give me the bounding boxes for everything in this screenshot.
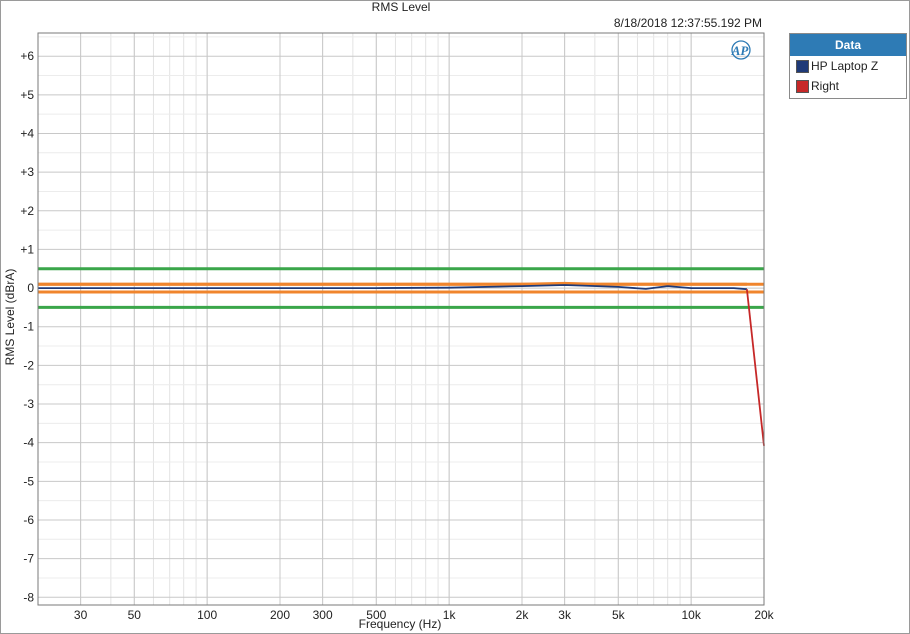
x-tick-label: 30 bbox=[74, 608, 88, 622]
y-tick-label: +3 bbox=[20, 165, 34, 179]
y-tick-label: -8 bbox=[23, 590, 34, 604]
y-tick-label: -3 bbox=[23, 397, 34, 411]
legend-item-hp-laptop-z[interactable]: HP Laptop Z bbox=[790, 56, 906, 76]
x-tick-label: 50 bbox=[128, 608, 142, 622]
x-tick-label: 10k bbox=[681, 608, 701, 622]
y-tick-label: +6 bbox=[20, 49, 34, 63]
x-tick-label: 5k bbox=[612, 608, 626, 622]
legend-item-right[interactable]: Right bbox=[790, 76, 906, 96]
x-tick-label: 300 bbox=[313, 608, 333, 622]
y-tick-label: -7 bbox=[23, 552, 34, 566]
y-tick-label: -1 bbox=[23, 320, 34, 334]
highlight-trace bbox=[38, 281, 747, 286]
x-tick-label: 3k bbox=[558, 608, 572, 622]
x-tick-label: 200 bbox=[270, 608, 290, 622]
timestamp: 8/18/2018 12:37:55.192 PM bbox=[614, 16, 762, 30]
y-tick-label: -2 bbox=[23, 358, 34, 372]
plot-area: +6 +5 +4 +3 +2 +1 0 -1 -2 -3 -4 -5 -6 -7 -8 30 50 100 200 3… bbox=[20, 32, 775, 622]
x-tick-label: 500 bbox=[366, 608, 386, 622]
x-tick-label: 20k bbox=[754, 608, 774, 622]
y-tick-label: +2 bbox=[20, 204, 34, 218]
legend-panel: Data HP Laptop Z Right bbox=[789, 33, 907, 99]
y-tick-label: 0 bbox=[27, 281, 34, 295]
legend-swatch-right bbox=[796, 80, 809, 93]
x-tick-label: 2k bbox=[516, 608, 530, 622]
rms-level-chart: RMS Level 8/18/2018 12:37:55.192 PM Freq… bbox=[3, 0, 775, 631]
legend-label: HP Laptop Z bbox=[811, 59, 879, 73]
y-tick-label: +1 bbox=[20, 242, 34, 256]
y-tick-label: -4 bbox=[23, 436, 34, 450]
legend-header: Data bbox=[790, 34, 906, 56]
x-tick-label: 1k bbox=[443, 608, 457, 622]
ap-logo-icon: AP bbox=[731, 40, 751, 60]
legend-swatch-hp-laptop-z bbox=[796, 60, 809, 73]
x-tick-label: 100 bbox=[197, 608, 217, 622]
y-tick-label: +4 bbox=[20, 126, 34, 140]
ap-logo-text: AP bbox=[731, 43, 750, 58]
chart-title: RMS Level bbox=[372, 0, 431, 14]
y-axis-label: RMS Level (dBrA) bbox=[3, 269, 17, 366]
plot-background bbox=[38, 33, 764, 605]
legend-label: Right bbox=[811, 79, 840, 93]
y-tick-label: +5 bbox=[20, 88, 34, 102]
y-tick-label: -5 bbox=[23, 474, 34, 488]
y-tick-label: -6 bbox=[23, 513, 34, 527]
